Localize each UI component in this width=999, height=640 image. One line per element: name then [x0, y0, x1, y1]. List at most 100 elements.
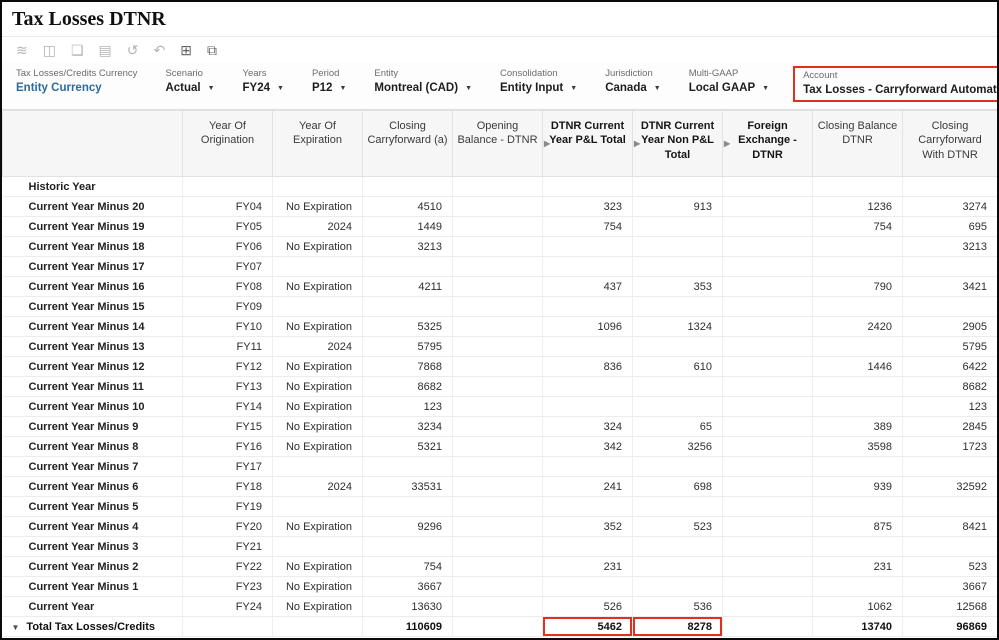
data-cell[interactable] — [722, 596, 813, 617]
data-cell[interactable] — [722, 516, 813, 537]
data-cell[interactable] — [542, 376, 633, 397]
data-cell[interactable]: 9296 — [362, 516, 453, 537]
open-window-icon[interactable]: ⧉ — [207, 43, 217, 57]
data-cell[interactable] — [722, 576, 813, 597]
data-cell[interactable] — [812, 496, 903, 517]
data-cell[interactable] — [722, 436, 813, 457]
data-cell[interactable] — [362, 496, 453, 517]
data-cell[interactable]: 5321 — [362, 436, 453, 457]
data-cell[interactable]: 695 — [902, 216, 997, 237]
pov-item-consolidation[interactable]: Consolidation Entity Input ▼ — [496, 66, 581, 96]
data-cell[interactable] — [632, 576, 723, 597]
data-cell[interactable]: 698 — [632, 476, 723, 497]
data-cell[interactable] — [632, 456, 723, 477]
data-cell[interactable] — [362, 256, 453, 277]
data-cell[interactable]: 3274 — [902, 196, 997, 217]
data-cell[interactable] — [452, 256, 543, 277]
pov-item-years[interactable]: Years FY24 ▼ — [239, 66, 288, 96]
data-cell[interactable] — [452, 376, 543, 397]
data-cell[interactable] — [722, 376, 813, 397]
data-cell[interactable] — [362, 536, 453, 557]
data-cell[interactable] — [542, 496, 633, 517]
data-cell[interactable]: 389 — [812, 416, 903, 437]
data-cell[interactable]: No Expiration — [272, 196, 363, 217]
data-cell[interactable] — [632, 176, 723, 197]
data-cell[interactable] — [362, 456, 453, 477]
data-cell[interactable] — [182, 176, 273, 197]
total-cell[interactable] — [182, 616, 273, 637]
data-cell[interactable] — [812, 256, 903, 277]
data-cell[interactable] — [902, 536, 997, 557]
data-cell[interactable] — [452, 536, 543, 557]
total-cell[interactable]: 13740 — [812, 616, 903, 637]
data-cell[interactable]: 754 — [362, 556, 453, 577]
data-cell[interactable]: 754 — [542, 216, 633, 237]
data-cell[interactable] — [812, 236, 903, 257]
data-cell[interactable]: No Expiration — [272, 316, 363, 337]
data-cell[interactable] — [812, 376, 903, 397]
data-cell[interactable]: FY13 — [182, 376, 273, 397]
history-icon[interactable]: ↺ — [127, 43, 139, 57]
pov-item-period[interactable]: Period P12 ▼ — [308, 66, 350, 96]
data-cell[interactable]: 324 — [542, 416, 633, 437]
data-cell[interactable] — [452, 436, 543, 457]
data-cell[interactable]: 939 — [812, 476, 903, 497]
data-cell[interactable]: 3234 — [362, 416, 453, 437]
data-cell[interactable]: No Expiration — [272, 376, 363, 397]
data-cell[interactable]: 523 — [902, 556, 997, 577]
total-cell[interactable] — [452, 616, 543, 637]
data-cell[interactable]: 8421 — [902, 516, 997, 537]
data-cell[interactable]: 2024 — [272, 336, 363, 357]
data-cell[interactable]: FY04 — [182, 196, 273, 217]
data-cell[interactable]: No Expiration — [272, 556, 363, 577]
data-cell[interactable] — [722, 356, 813, 377]
data-cell[interactable]: 610 — [632, 356, 723, 377]
pov-item-jurisdiction[interactable]: Jurisdiction Canada ▼ — [601, 66, 664, 96]
data-cell[interactable] — [902, 256, 997, 277]
data-cell[interactable]: 6422 — [902, 356, 997, 377]
data-cell[interactable]: FY11 — [182, 336, 273, 357]
data-cell[interactable]: 4211 — [362, 276, 453, 297]
data-cell[interactable] — [632, 396, 723, 417]
undo-icon[interactable]: ↶ — [154, 43, 166, 57]
data-cell[interactable]: 875 — [812, 516, 903, 537]
pov-item-tax-losses-credits-currency[interactable]: Tax Losses/Credits Currency Entity Curren… — [12, 66, 141, 96]
data-cell[interactable]: 3213 — [902, 236, 997, 257]
data-cell[interactable]: 2024 — [272, 216, 363, 237]
data-cell[interactable]: 3667 — [362, 576, 453, 597]
data-cell[interactable]: No Expiration — [272, 416, 363, 437]
data-cell[interactable] — [272, 256, 363, 277]
data-cell[interactable] — [902, 456, 997, 477]
data-cell[interactable] — [452, 196, 543, 217]
data-cell[interactable] — [722, 316, 813, 337]
data-cell[interactable] — [722, 416, 813, 437]
data-cell[interactable]: 836 — [542, 356, 633, 377]
data-cell[interactable] — [722, 556, 813, 577]
data-cell[interactable]: 323 — [542, 196, 633, 217]
data-cell[interactable]: FY08 — [182, 276, 273, 297]
data-cell[interactable]: 65 — [632, 416, 723, 437]
highlighted-total-cell[interactable]: 5462 — [542, 616, 633, 637]
expand-column-icon[interactable]: ▶ — [544, 138, 550, 148]
data-cell[interactable] — [272, 296, 363, 317]
data-cell[interactable] — [632, 556, 723, 577]
data-cell[interactable] — [272, 496, 363, 517]
data-cell[interactable] — [722, 256, 813, 277]
data-cell[interactable]: FY09 — [182, 296, 273, 317]
data-cell[interactable] — [812, 576, 903, 597]
data-cell[interactable]: 3256 — [632, 436, 723, 457]
data-cell[interactable] — [902, 496, 997, 517]
data-cell[interactable]: 1096 — [542, 316, 633, 337]
data-cell[interactable] — [812, 456, 903, 477]
pov-item-account[interactable]: Account Tax Losses - Carryforward Automat… — [793, 66, 997, 102]
data-cell[interactable] — [902, 176, 997, 197]
data-cell[interactable]: 526 — [542, 596, 633, 617]
data-cell[interactable]: No Expiration — [272, 516, 363, 537]
data-cell[interactable] — [902, 296, 997, 317]
data-cell[interactable] — [632, 376, 723, 397]
data-cell[interactable] — [722, 496, 813, 517]
data-cell[interactable]: 32592 — [902, 476, 997, 497]
data-cell[interactable] — [542, 336, 633, 357]
data-cell[interactable] — [542, 236, 633, 257]
data-cell[interactable]: 3213 — [362, 236, 453, 257]
